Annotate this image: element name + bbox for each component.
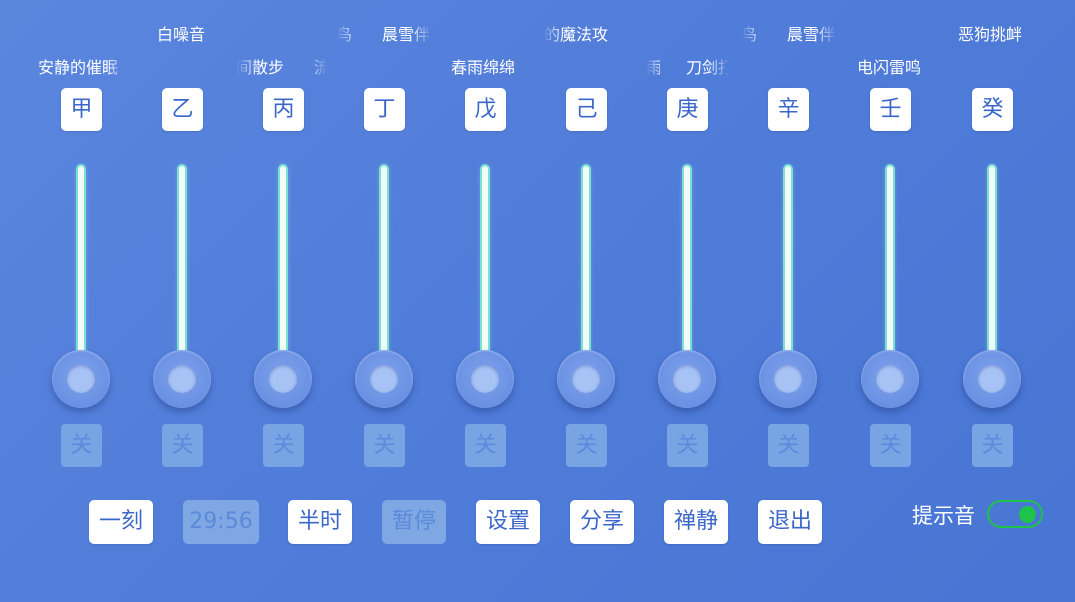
channel-label-button[interactable]: 甲 — [61, 88, 102, 131]
slider-track[interactable] — [482, 166, 488, 376]
volume-slider[interactable] — [344, 160, 424, 420]
slider-track[interactable] — [280, 166, 286, 376]
slider-knob[interactable] — [153, 350, 211, 408]
channel-3: 丙 关 — [243, 0, 323, 480]
cue-sound-switch[interactable] — [987, 500, 1043, 528]
slider-track[interactable] — [583, 166, 589, 376]
channel-9: 壬 关 — [850, 0, 930, 480]
slider-track[interactable] — [179, 166, 185, 376]
slider-knob-center — [67, 365, 95, 393]
channel-toggle-button[interactable]: 关 — [667, 424, 708, 467]
channel-1: 甲 关 — [41, 0, 121, 480]
channel-8: 辛 关 — [748, 0, 828, 480]
slider-knob-center — [269, 365, 297, 393]
slider-knob[interactable] — [254, 350, 312, 408]
channel-label-button[interactable]: 乙 — [162, 88, 203, 131]
volume-slider[interactable] — [952, 160, 1032, 420]
slider-knob[interactable] — [963, 350, 1021, 408]
slider-track[interactable] — [989, 166, 995, 376]
channel-label-button[interactable]: 癸 — [972, 88, 1013, 131]
channel-label-button[interactable]: 丙 — [263, 88, 304, 131]
quarter-hour-timer-button[interactable]: 一刻 — [89, 500, 153, 544]
slider-knob-center — [370, 365, 398, 393]
slider-knob-center — [572, 365, 600, 393]
slider-knob[interactable] — [355, 350, 413, 408]
slider-knob-center — [774, 365, 802, 393]
countdown-display: 29:56 — [183, 500, 259, 544]
volume-slider[interactable] — [142, 160, 222, 420]
volume-slider[interactable] — [445, 160, 525, 420]
channel-toggle-button[interactable]: 关 — [768, 424, 809, 467]
channel-7: 庚 关 — [647, 0, 727, 480]
slider-track[interactable] — [381, 166, 387, 376]
volume-slider[interactable] — [748, 160, 828, 420]
settings-button[interactable]: 设置 — [476, 500, 540, 544]
slider-track[interactable] — [887, 166, 893, 376]
channel-toggle-button[interactable]: 关 — [566, 424, 607, 467]
channel-label-button[interactable]: 庚 — [667, 88, 708, 131]
channel-toggle-button[interactable]: 关 — [263, 424, 304, 467]
slider-knob[interactable] — [557, 350, 615, 408]
channel-toggle-button[interactable]: 关 — [972, 424, 1013, 467]
slider-knob-center — [876, 365, 904, 393]
meditation-button[interactable]: 禅静 — [664, 500, 728, 544]
slider-knob[interactable] — [456, 350, 514, 408]
channel-label-button[interactable]: 辛 — [768, 88, 809, 131]
channel-6: 己 关 — [546, 0, 626, 480]
slider-knob-center — [673, 365, 701, 393]
exit-button[interactable]: 退出 — [758, 500, 822, 544]
channel-toggle-button[interactable]: 关 — [61, 424, 102, 467]
volume-slider[interactable] — [243, 160, 323, 420]
channel-label-button[interactable]: 戊 — [465, 88, 506, 131]
slider-track[interactable] — [78, 166, 84, 376]
channel-toggle-button[interactable]: 关 — [465, 424, 506, 467]
channel-toggle-button[interactable]: 关 — [162, 424, 203, 467]
cue-sound-label: 提示音 — [912, 504, 975, 528]
slider-knob[interactable] — [52, 350, 110, 408]
share-button[interactable]: 分享 — [570, 500, 634, 544]
slider-track[interactable] — [684, 166, 690, 376]
slider-track[interactable] — [785, 166, 791, 376]
half-hour-timer-button[interactable]: 半时 — [288, 500, 352, 544]
slider-knob-center — [471, 365, 499, 393]
channel-label-button[interactable]: 己 — [566, 88, 607, 131]
volume-slider[interactable] — [647, 160, 727, 420]
slider-knob[interactable] — [759, 350, 817, 408]
channel-label-button[interactable]: 丁 — [364, 88, 405, 131]
slider-knob-center — [168, 365, 196, 393]
slider-knob-center — [978, 365, 1006, 393]
pause-button[interactable]: 暂停 — [382, 500, 446, 544]
volume-slider[interactable] — [546, 160, 626, 420]
slider-knob[interactable] — [658, 350, 716, 408]
switch-thumb — [1019, 506, 1036, 523]
channel-2: 乙 关 — [142, 0, 222, 480]
slider-knob[interactable] — [861, 350, 919, 408]
mixer-channels: 甲 关 乙 关 丙 关 丁 关 戊 关 己 关 庚 关 辛 关 壬 关 癸 关 — [0, 0, 1075, 480]
volume-slider[interactable] — [850, 160, 930, 420]
channel-10: 癸 关 — [952, 0, 1032, 480]
channel-4: 丁 关 — [344, 0, 424, 480]
channel-toggle-button[interactable]: 关 — [870, 424, 911, 467]
channel-label-button[interactable]: 壬 — [870, 88, 911, 131]
channel-toggle-button[interactable]: 关 — [364, 424, 405, 467]
channel-5: 戊 关 — [445, 0, 525, 480]
volume-slider[interactable] — [41, 160, 121, 420]
